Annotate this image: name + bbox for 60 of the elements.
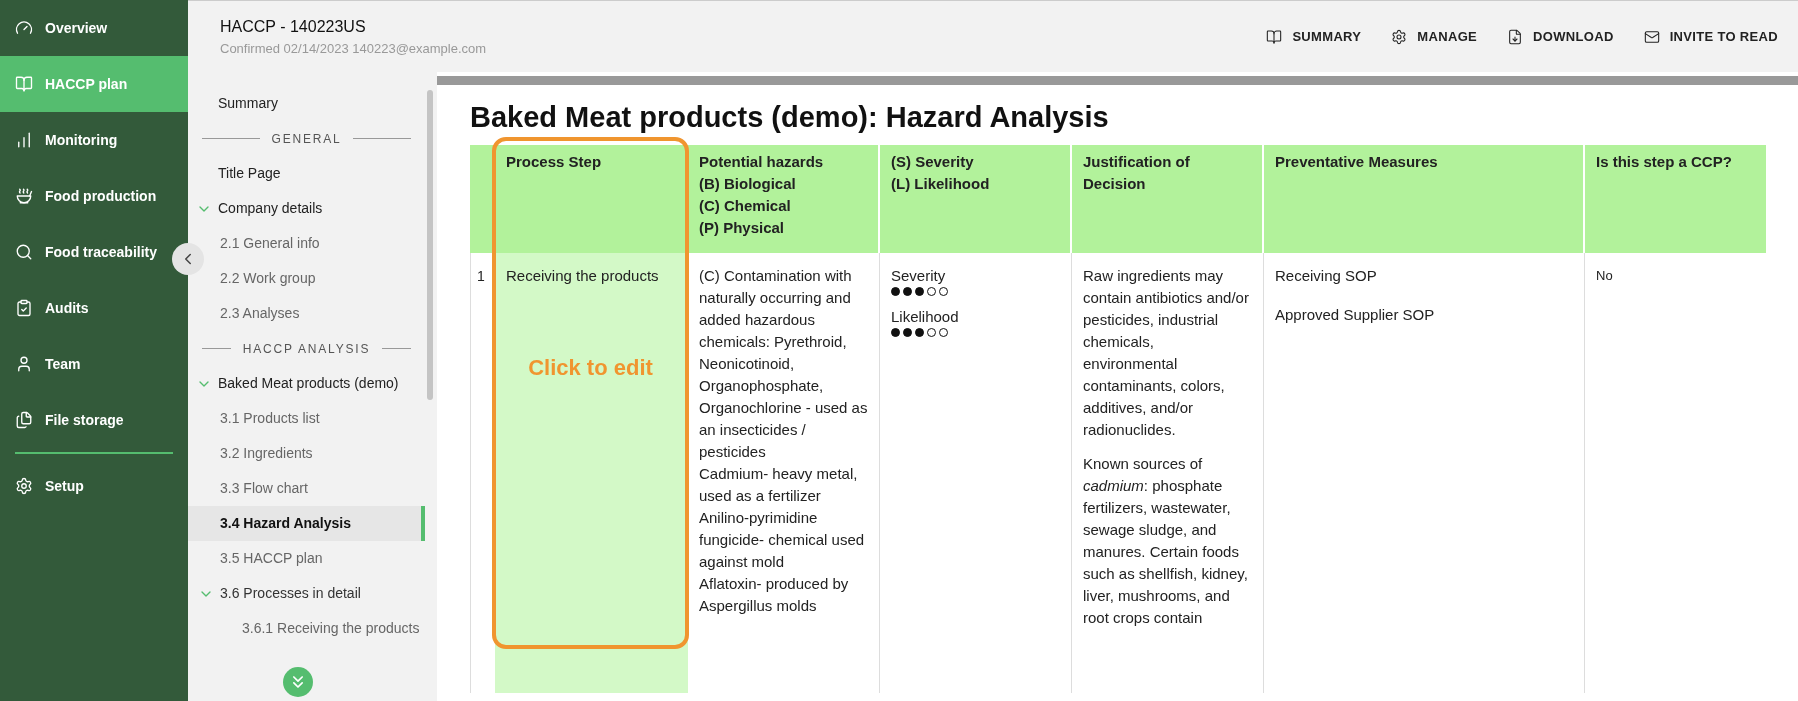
sidebar-item[interactable]: Food traceability [0, 224, 172, 280]
sidebar-item[interactable]: Food production [0, 168, 172, 224]
section-heading: HACCP ANALYSIS [242, 340, 371, 358]
bar-chart-icon [15, 131, 33, 149]
table-cell-paragraph: Known sources of cadmium: phosphate fertilizers, wastewater, sewage sludge, and manures. Certain foods such as shellfish, kidney, liver, mushrooms, and root crops contain [1083, 454, 1249, 628]
measure-text: Receiving SOP [1275, 266, 1378, 286]
column-header: Potential hazards (B) Biological (C) Chemical (P) Physical [688, 145, 880, 253]
search-icon [15, 243, 33, 261]
nav-link[interactable]: 3.6.1 Receiving the products [242, 611, 425, 646]
nav-link[interactable]: 3.4 Hazard Analysis [188, 506, 425, 541]
settings-icon [1391, 28, 1408, 45]
nav-link[interactable]: 3.3 Flow chart [220, 471, 425, 506]
table-cell-text: No [1595, 267, 1614, 285]
nav-link[interactable]: 2.1 General info [220, 226, 425, 261]
gauge-icon [15, 19, 33, 37]
header-action[interactable]: DOWNLOAD [1507, 26, 1614, 47]
nav-link[interactable]: 3.2 Ingredients [220, 436, 425, 471]
header-action[interactable]: INVITE TO READ [1643, 26, 1778, 47]
table-cell: (C) Contamination with naturally occurring and added hazardous chemicals: Pyrethroid, Neonicotinoid, Organophosphate, Organochlorine - used as an insecticides / pesticides Cadmium- heavy metal, used as a fertilizer Anilino-pyrimidine fungicide- chemical used against mold Aflatoxin- produced by Aspergillus molds [688, 253, 880, 693]
nav-link[interactable]: 2.2 Work group [220, 261, 425, 296]
sidebar-item[interactable]: Team [0, 336, 172, 392]
table-cell-paragraph: Raw ingredients may contain antibiotics and/or pesticides, industrial chemicals, environmental contaminants, colors, additives, and/or radionuclides. [1083, 266, 1250, 440]
column-header: Justification of Decision [1072, 145, 1264, 253]
sidebar-item[interactable]: Audits [0, 280, 172, 336]
settings-icon [15, 477, 33, 495]
section-heading: GENERAL [271, 130, 342, 148]
sidebar-item[interactable]: Monitoring [0, 112, 172, 168]
nav-link[interactable]: Title Page [218, 156, 425, 191]
rating-label: Severity [891, 266, 947, 286]
nav-link[interactable]: 2.3 Analyses [220, 296, 425, 331]
sidebar-item[interactable]: Setup [0, 458, 172, 514]
user-icon [15, 355, 33, 373]
collapse-button[interactable] [172, 243, 204, 275]
sidebar-item[interactable]: File storage [0, 392, 172, 448]
annotation-text: Click to edit [528, 354, 653, 382]
file-download-icon [1507, 28, 1524, 45]
header-action[interactable]: MANAGE [1391, 26, 1478, 47]
header-action[interactable]: SUMMARY [1266, 26, 1362, 47]
row-number: 1 [470, 253, 495, 693]
clipboard-icon [15, 299, 33, 317]
sidebar-item[interactable]: Overview [0, 0, 172, 56]
nav-link[interactable]: 3.1 Products list [220, 401, 425, 436]
mail-icon [1643, 28, 1660, 45]
nav-group[interactable]: Company details [188, 191, 425, 226]
column-header: Is this step a CCP? [1595, 152, 1733, 172]
bowl-icon [15, 187, 33, 205]
page-title: Baked Meat products (demo): Hazard Analysis [470, 100, 1110, 135]
book-icon [1266, 28, 1283, 45]
nav-group[interactable]: Baked Meat products (demo) [188, 366, 425, 401]
document-title: HACCP - 140223US [220, 16, 367, 37]
nav-link[interactable]: Summary [218, 86, 425, 121]
measure-text: Approved Supplier SOP [1275, 305, 1436, 325]
nav-link[interactable]: 3.5 HACCP plan [220, 541, 425, 576]
nav-group[interactable]: 3.6 Processes in detail [188, 576, 425, 611]
column-header: (S) Severity (L) Likelihood [880, 145, 1072, 253]
document-subtitle: Confirmed 02/14/2023 140223@example.com [220, 39, 487, 58]
column-header: Preventative Measures [1264, 145, 1585, 253]
files-icon [15, 411, 33, 429]
book-icon [15, 75, 33, 93]
rating-label: Likelihood [891, 307, 960, 327]
